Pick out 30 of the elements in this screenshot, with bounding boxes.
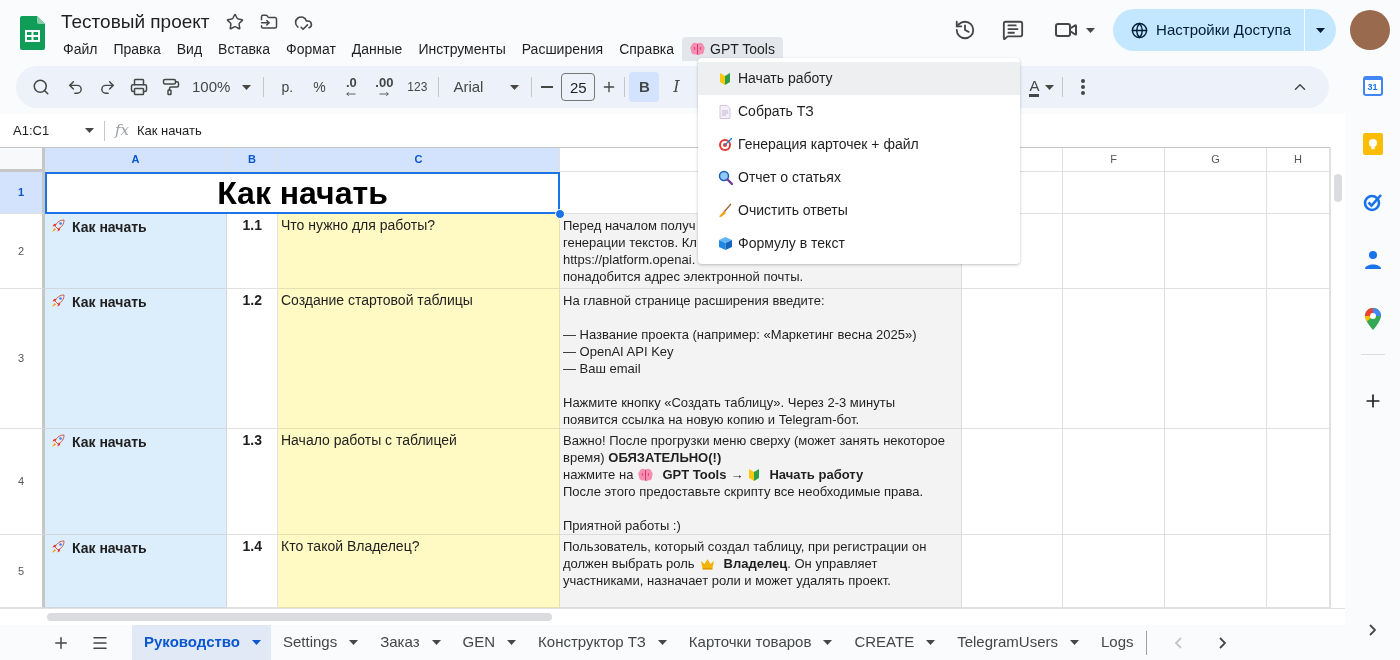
cell-text: — OpenAI API Key bbox=[563, 343, 674, 360]
cell-text: — Ваш email bbox=[563, 360, 641, 377]
cell-text: нажмите на bbox=[563, 466, 634, 483]
cell-text: Как начать bbox=[72, 540, 147, 557]
cell-text: GPT Tools bbox=[662, 466, 727, 483]
cell-text: время) ОБЯЗАТЕЛЬНО(!) bbox=[563, 449, 722, 466]
cell-text: — Название проекта (например: «Маркетинг весна 2025») bbox=[563, 326, 917, 343]
cell-text: понадобится адрес электронной почты. bbox=[563, 268, 804, 285]
cell-text: должен выбрать роль bbox=[563, 555, 695, 572]
cell-text: На главной странице расширения введите: bbox=[563, 292, 825, 309]
cell-text: Приятной работы :) bbox=[563, 517, 681, 534]
cell-text: Как начать bbox=[72, 294, 147, 311]
button-label: .00 bbox=[375, 75, 394, 89]
cell-text: → bbox=[730, 466, 744, 483]
cell-text: https://platform.openai. bbox=[563, 251, 696, 268]
cell-text: появится ссылка на новую копию и Telegram-бот. bbox=[563, 411, 859, 428]
cell-text: Пользователь, который создал таблицу, при регистрации он bbox=[563, 538, 927, 555]
cell-text: участниками, назначает роли и может удалять проект. bbox=[563, 572, 891, 589]
cell-text: После этого предоставьте скрипту все необходимые права. bbox=[563, 483, 924, 500]
cell-text: генерации текстов. Кл bbox=[563, 234, 697, 251]
cell-text: Важно! После прогрузки меню сверху (может занять некоторое bbox=[563, 432, 946, 449]
share-label: Настройки Доступа bbox=[1156, 19, 1291, 40]
cell-text: . Он управляет bbox=[787, 555, 878, 572]
cell-text: Как начать bbox=[72, 219, 147, 236]
button-label: .0 bbox=[345, 75, 357, 89]
cell-text: Нажмите кнопку «Создать таблицу». Через 2-3 минуты bbox=[563, 394, 895, 411]
cell-text: Перед началом получ bbox=[563, 217, 696, 234]
cell-text: Начать работу bbox=[769, 466, 864, 483]
fx-label: fx bbox=[115, 120, 129, 142]
cell-text: Как начать bbox=[72, 434, 147, 451]
